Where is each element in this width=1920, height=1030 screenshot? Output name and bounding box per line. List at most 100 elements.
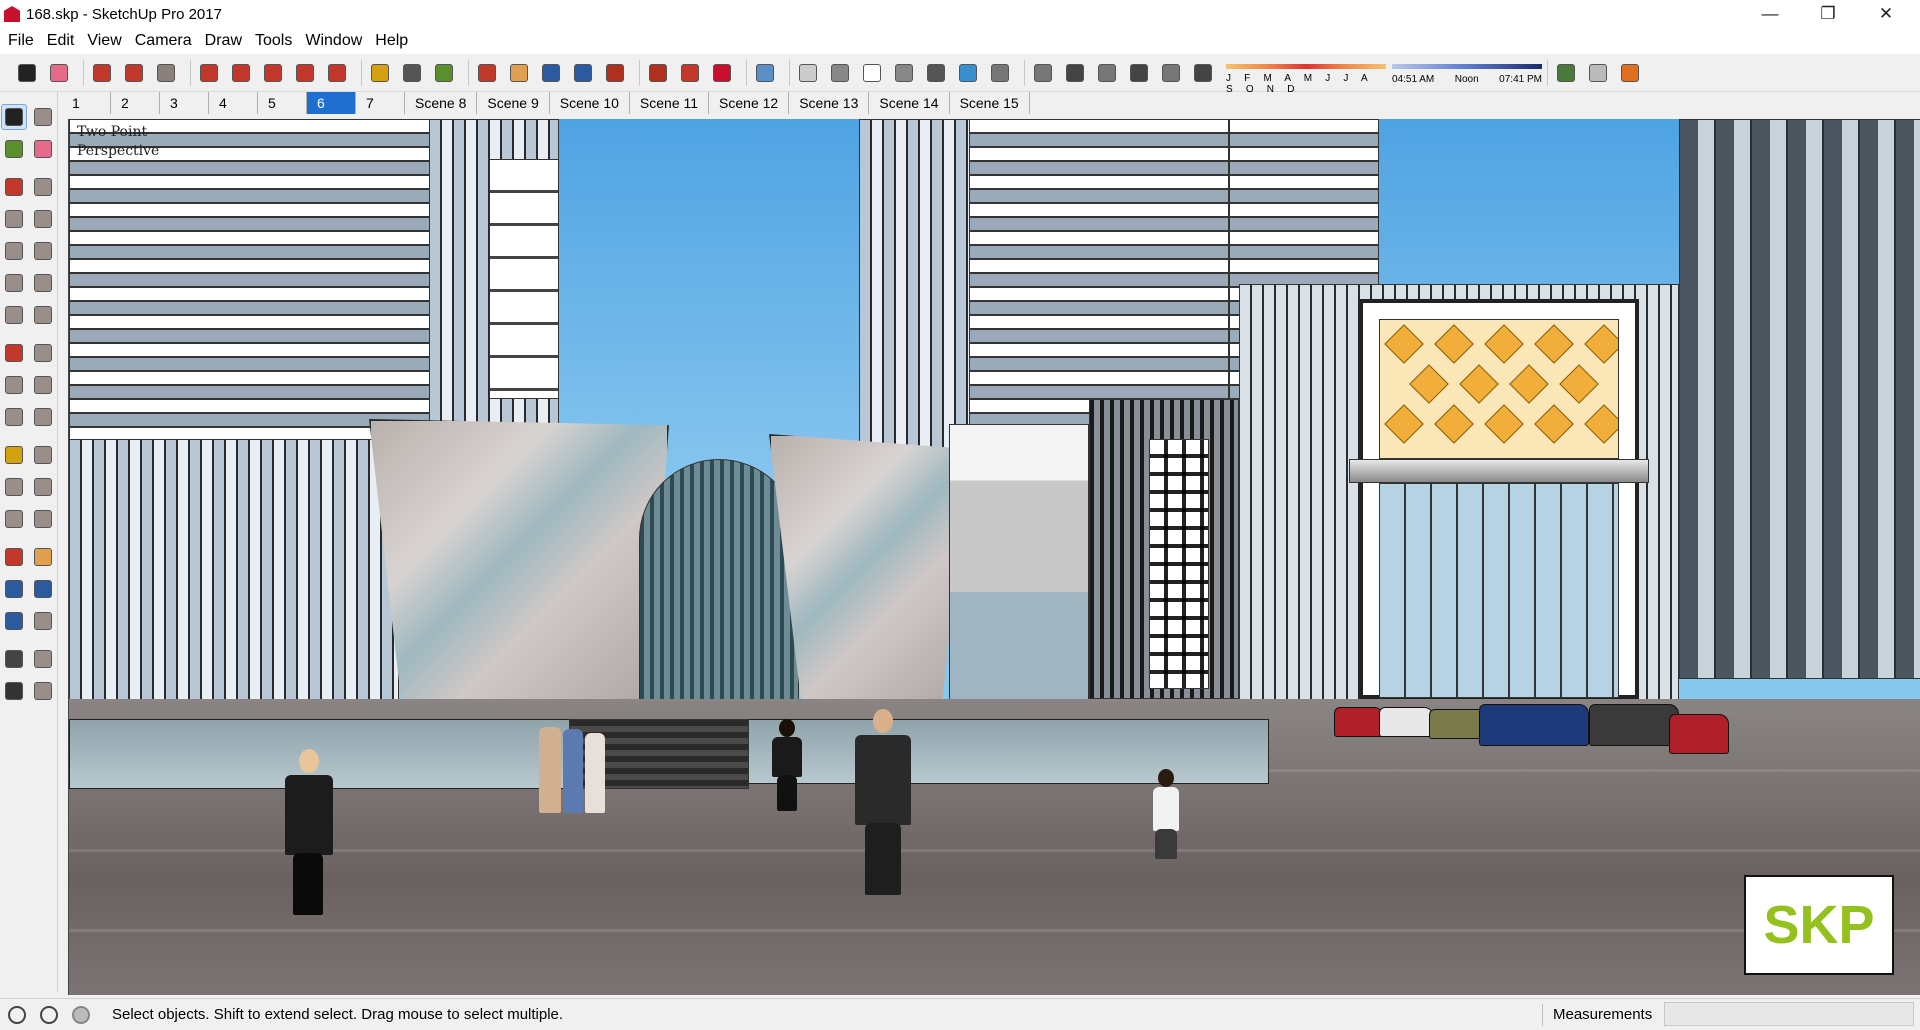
- menu-view[interactable]: View: [87, 32, 121, 50]
- tape-measure-button[interactable]: [367, 60, 393, 86]
- arc-tool-button[interactable]: [1, 270, 27, 296]
- three-point-arc-tool-button[interactable]: [1, 302, 27, 328]
- measurements-input[interactable]: [1664, 1002, 1914, 1026]
- scene-tab-scene-11[interactable]: Scene 11: [629, 92, 710, 114]
- component-tool-button[interactable]: [30, 104, 56, 130]
- wireframe-button[interactable]: [827, 60, 853, 86]
- scene-tab-7[interactable]: 7: [356, 92, 405, 114]
- protractor-tool-button[interactable]: [1, 474, 27, 500]
- scene-tab-6[interactable]: 6: [307, 92, 356, 114]
- top-view-button[interactable]: [1030, 60, 1056, 86]
- scene-tab-scene-12[interactable]: Scene 12: [709, 92, 790, 114]
- rotated-rectangle-tool-button[interactable]: [30, 206, 56, 232]
- zoom-extents-tool-button[interactable]: [1, 608, 27, 634]
- select-button[interactable]: [14, 60, 40, 86]
- menu-edit[interactable]: Edit: [47, 32, 75, 50]
- scene-tab-scene-15[interactable]: Scene 15: [949, 92, 1030, 114]
- position-camera-tool-button[interactable]: [1, 646, 27, 672]
- rectangle-tool-button[interactable]: [1, 206, 27, 232]
- back-edges-button[interactable]: [795, 60, 821, 86]
- zoom-window-tool-button[interactable]: [30, 576, 56, 602]
- minimize-button[interactable]: —: [1742, 0, 1798, 28]
- move-tool-button[interactable]: [1, 340, 27, 366]
- layout-button[interactable]: [677, 60, 703, 86]
- circle-tool-button[interactable]: [1, 238, 27, 264]
- rotate-tool-button[interactable]: [1, 372, 27, 398]
- section-plane-tool-button[interactable]: [30, 678, 56, 704]
- 3d-text-tool-button[interactable]: [30, 506, 56, 532]
- scene-tab-3[interactable]: 3: [160, 92, 209, 114]
- geolocation-button[interactable]: [1553, 60, 1579, 86]
- scene-tab-scene-8[interactable]: Scene 8: [405, 92, 478, 114]
- paint-bucket-button[interactable]: [431, 60, 457, 86]
- extension-warehouse-button[interactable]: [645, 60, 671, 86]
- text-button[interactable]: [399, 60, 425, 86]
- zoom-tool-button[interactable]: [1, 576, 27, 602]
- menu-draw[interactable]: Draw: [205, 32, 242, 50]
- orbit-button[interactable]: [474, 60, 500, 86]
- previous-view-tool-button[interactable]: [30, 608, 56, 634]
- scene-tab-1[interactable]: 1: [62, 92, 111, 114]
- eraser-tool-button[interactable]: [30, 136, 56, 162]
- orbit-tool-button[interactable]: [1, 544, 27, 570]
- follow-me-button[interactable]: [228, 60, 254, 86]
- pan-tool-button[interactable]: [30, 544, 56, 570]
- push-pull-tool-button[interactable]: [30, 340, 56, 366]
- left-view-button[interactable]: [1158, 60, 1184, 86]
- menu-file[interactable]: File: [8, 32, 34, 50]
- tape-tool-button[interactable]: [1, 442, 27, 468]
- scale-tool-button[interactable]: [1, 404, 27, 430]
- menu-camera[interactable]: Camera: [135, 32, 192, 50]
- right-view-button[interactable]: [1094, 60, 1120, 86]
- scene-tab-4[interactable]: 4: [209, 92, 258, 114]
- line-tool-button[interactable]: [1, 174, 27, 200]
- rotate-button[interactable]: [292, 60, 318, 86]
- push-pull-button[interactable]: [196, 60, 222, 86]
- dimension-tool-button[interactable]: [30, 442, 56, 468]
- iso-view-button[interactable]: [987, 60, 1013, 86]
- warehouse-button[interactable]: [602, 60, 628, 86]
- look-around-tool-button[interactable]: [30, 646, 56, 672]
- shadow-time-slider[interactable]: 04:51 AM Noon 07:41 PM: [1392, 58, 1542, 88]
- front-view-button[interactable]: [1062, 60, 1088, 86]
- rectangle-button[interactable]: [153, 60, 179, 86]
- scene-tab-2[interactable]: 2: [111, 92, 160, 114]
- freehand-tool-button[interactable]: [30, 174, 56, 200]
- close-button[interactable]: ✕: [1858, 0, 1914, 28]
- credits-status-icon[interactable]: [40, 1005, 58, 1024]
- line-button[interactable]: [89, 60, 115, 86]
- menu-window[interactable]: Window: [305, 32, 362, 50]
- scene-tab-scene-9[interactable]: Scene 9: [477, 92, 550, 114]
- polygon-tool-button[interactable]: [30, 238, 56, 264]
- add-location-button[interactable]: [1617, 60, 1643, 86]
- back-view-button[interactable]: [1126, 60, 1152, 86]
- scene-tab-scene-14[interactable]: Scene 14: [869, 92, 950, 114]
- pan-button[interactable]: [506, 60, 532, 86]
- scene-tab-5[interactable]: 5: [258, 92, 307, 114]
- offset-tool-button[interactable]: [30, 404, 56, 430]
- pie-tool-button[interactable]: [30, 302, 56, 328]
- user-status-icon[interactable]: [72, 1005, 90, 1024]
- eraser-button[interactable]: [46, 60, 72, 86]
- scene-tab-scene-10[interactable]: Scene 10: [549, 92, 630, 114]
- tag-button[interactable]: [1585, 60, 1611, 86]
- paint-tool-button[interactable]: [1, 136, 27, 162]
- shadow-month-slider[interactable]: J F M A M J J A S O N D: [1226, 58, 1386, 95]
- drawing-viewport[interactable]: Two Point Perspective SKP: [68, 119, 1920, 995]
- menu-help[interactable]: Help: [375, 32, 408, 50]
- text-tool-button[interactable]: [30, 474, 56, 500]
- axes-tool-button[interactable]: [1, 506, 27, 532]
- move-button[interactable]: [260, 60, 286, 86]
- scene-tab-scene-13[interactable]: Scene 13: [789, 92, 870, 114]
- ruby-button[interactable]: [709, 60, 735, 86]
- zoom-button[interactable]: [538, 60, 564, 86]
- shaded-button[interactable]: [891, 60, 917, 86]
- maximize-button[interactable]: ❐: [1800, 0, 1856, 28]
- hidden-line-button[interactable]: [859, 60, 885, 86]
- walk-tool-button[interactable]: [1, 678, 27, 704]
- select-tool-button[interactable]: [1, 104, 28, 130]
- menu-tools[interactable]: Tools: [255, 32, 292, 50]
- zoom-extents-button[interactable]: [570, 60, 596, 86]
- scale-button[interactable]: [324, 60, 350, 86]
- monochrome-button[interactable]: [955, 60, 981, 86]
